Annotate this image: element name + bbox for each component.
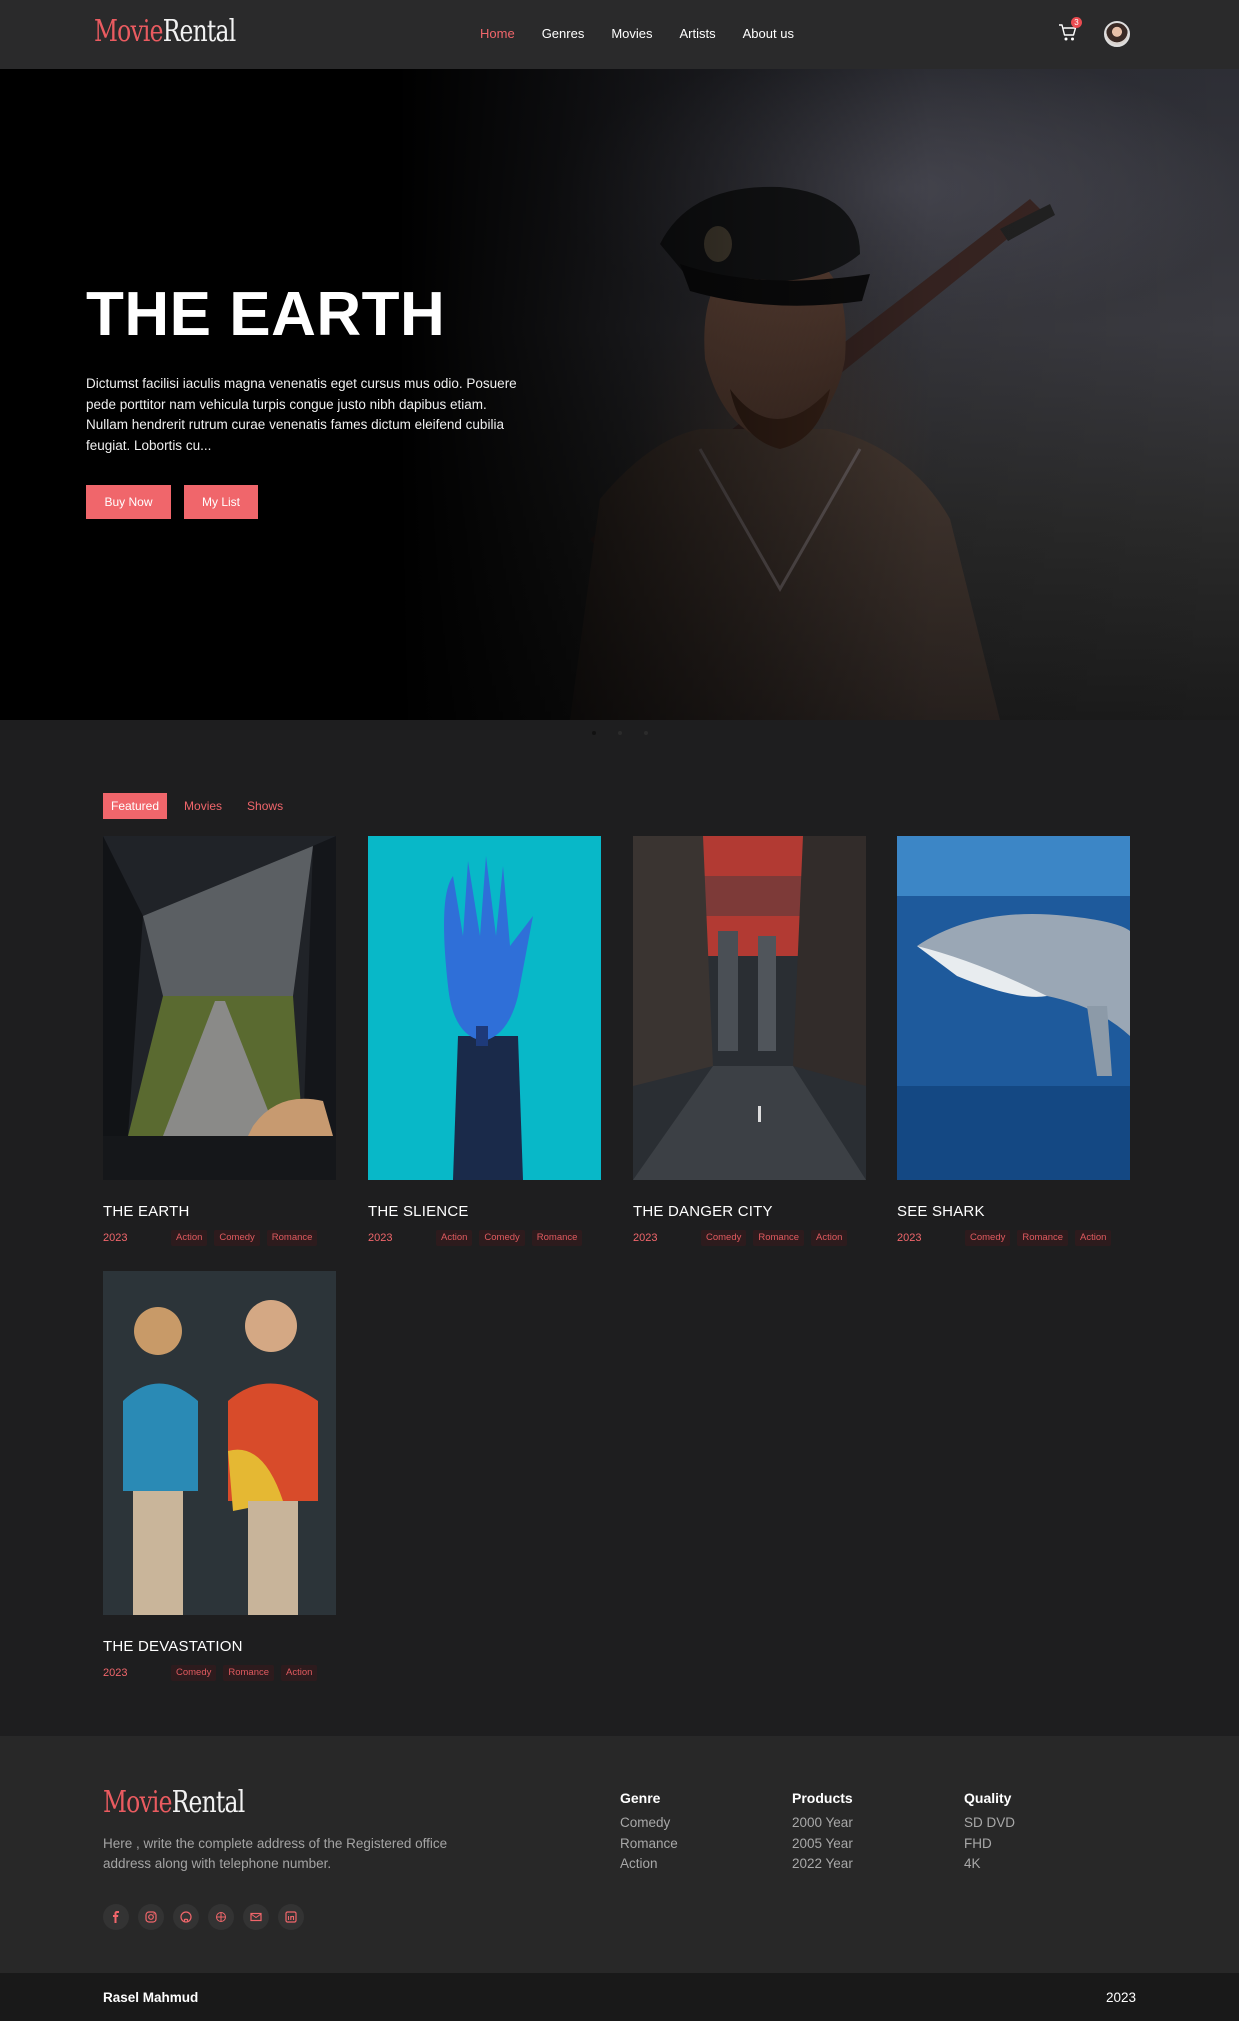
genre-tag[interactable]: Action <box>436 1230 473 1246</box>
genre-tag[interactable]: Comedy <box>171 1665 217 1681</box>
nav-genres[interactable]: Genres <box>542 26 585 41</box>
nav-artists[interactable]: Artists <box>680 26 716 41</box>
carousel-dots <box>592 731 648 735</box>
movie-card[interactable]: THE SLIENCE 2023 Action Comedy Romance <box>368 836 601 1246</box>
movie-poster <box>103 836 336 1180</box>
genre-tag[interactable]: Action <box>281 1665 318 1681</box>
footer-heading: Quality <box>964 1790 1012 1806</box>
movie-year: 2023 <box>103 1667 128 1679</box>
movie-card[interactable]: THE DANGER CITY 2023 Comedy Romance Acti… <box>633 836 866 1246</box>
cart-count-badge: 3 <box>1071 17 1082 28</box>
movie-title: THE SLIENCE <box>368 1203 469 1220</box>
movie-meta: 2023 Comedy Romance Action <box>103 1665 336 1681</box>
nav-movies[interactable]: Movies <box>611 26 652 41</box>
genre-tag[interactable]: Comedy <box>965 1230 1011 1246</box>
movie-meta: 2023 Action Comedy Romance <box>103 1230 336 1246</box>
footer-link[interactable]: 2000 Year <box>792 1813 853 1834</box>
my-list-button[interactable]: My List <box>184 485 258 519</box>
tab-featured[interactable]: Featured <box>103 793 168 819</box>
footer-link[interactable]: FHD <box>964 1834 1015 1855</box>
movie-poster <box>103 1271 336 1615</box>
movie-poster <box>368 836 601 1180</box>
carousel-dot[interactable] <box>644 731 648 735</box>
buy-now-button[interactable]: Buy Now <box>86 485 171 519</box>
footer-link[interactable]: Romance <box>620 1834 678 1855</box>
carousel-dot[interactable] <box>618 731 622 735</box>
movie-title: THE EARTH <box>103 1203 190 1220</box>
hero-title: THE EARTH <box>86 280 446 349</box>
main-nav: Home Genres Movies Artists About us <box>480 26 821 41</box>
brand-logo-part2: Rental <box>162 14 236 49</box>
genre-tag[interactable]: Romance <box>266 1230 318 1246</box>
footer-link[interactable]: Action <box>620 1854 678 1875</box>
movie-year: 2023 <box>368 1232 393 1244</box>
footer-link[interactable]: SD DVD <box>964 1813 1015 1834</box>
movie-meta: 2023 Action Comedy Romance <box>368 1230 601 1246</box>
movie-poster <box>897 836 1130 1180</box>
instagram-icon[interactable] <box>138 1904 164 1930</box>
movie-card[interactable]: THE DEVASTATION 2023 Comedy Romance Acti… <box>103 1271 336 1681</box>
nav-about[interactable]: About us <box>743 26 794 41</box>
genre-tag[interactable]: Romance <box>531 1230 583 1246</box>
linkedin-icon[interactable] <box>278 1904 304 1930</box>
movie-title: THE DANGER CITY <box>633 1203 773 1220</box>
footer-column-products: Products 2000 Year 2005 Year 2022 Year <box>792 1790 853 1875</box>
footer-column-genre: Genre Comedy Romance Action <box>620 1790 678 1875</box>
site-header: MovieRental Home Genres Movies Artists A… <box>0 0 1239 69</box>
web-icon[interactable] <box>208 1904 234 1930</box>
hero-banner: THE EARTH Dictumst facilisi iaculis magn… <box>0 69 1239 720</box>
movie-card[interactable]: SEE SHARK 2023 Comedy Romance Action <box>897 836 1130 1246</box>
genre-tag[interactable]: Action <box>171 1230 208 1246</box>
footer-logo-part2: Rental <box>171 1785 245 1820</box>
footer-link[interactable]: 2022 Year <box>792 1854 853 1875</box>
movie-meta: 2023 Comedy Romance Action <box>897 1230 1130 1246</box>
bottom-bar: Rasel Mahmud 2023 <box>0 1973 1239 2021</box>
facebook-icon[interactable] <box>103 1904 129 1930</box>
mail-icon[interactable] <box>243 1904 269 1930</box>
footer-address: Here , write the complete address of the… <box>103 1836 448 1871</box>
footer-column-quality: Quality SD DVD FHD 4K <box>964 1790 1015 1875</box>
footer-link[interactable]: Comedy <box>620 1813 678 1834</box>
author-name: Rasel Mahmud <box>103 1990 199 2005</box>
brand-logo-part1: Movie <box>94 14 163 49</box>
movie-poster <box>633 836 866 1180</box>
movie-year: 2023 <box>633 1232 658 1244</box>
movie-meta: 2023 Comedy Romance Action <box>633 1230 866 1246</box>
content-tabs: Featured Movies Shows <box>103 793 300 819</box>
genre-tag[interactable]: Action <box>1075 1230 1112 1246</box>
genre-tag[interactable]: Romance <box>1017 1230 1069 1246</box>
footer-logo-part1: Movie <box>103 1785 172 1820</box>
hero-description: Dictumst facilisi iaculis magna venenati… <box>86 376 517 453</box>
carousel-dot[interactable] <box>592 731 596 735</box>
movie-title: SEE SHARK <box>897 1203 985 1220</box>
movie-year: 2023 <box>897 1232 922 1244</box>
footer-heading: Products <box>792 1790 853 1806</box>
nav-home[interactable]: Home <box>480 26 515 41</box>
tab-shows[interactable]: Shows <box>239 793 291 819</box>
movie-title: THE DEVASTATION <box>103 1638 243 1655</box>
tab-movies[interactable]: Movies <box>176 793 230 819</box>
footer-heading: Genre <box>620 1790 661 1806</box>
genre-tag[interactable]: Comedy <box>701 1230 747 1246</box>
site-footer: MovieRental Here , write the complete ad… <box>0 1736 1239 1973</box>
movie-card[interactable]: THE EARTH 2023 Action Comedy Romance <box>103 836 336 1246</box>
social-links <box>103 1904 304 1930</box>
avatar[interactable] <box>1104 21 1130 47</box>
github-icon[interactable] <box>173 1904 199 1930</box>
genre-tag[interactable]: Action <box>811 1230 848 1246</box>
movie-year: 2023 <box>103 1232 128 1244</box>
genre-tag[interactable]: Comedy <box>479 1230 525 1246</box>
genre-tag[interactable]: Romance <box>223 1665 275 1681</box>
genre-tag[interactable]: Comedy <box>214 1230 260 1246</box>
footer-link[interactable]: 2005 Year <box>792 1834 853 1855</box>
genre-tag[interactable]: Romance <box>753 1230 805 1246</box>
footer-link[interactable]: 4K <box>964 1854 1015 1875</box>
brand-logo[interactable]: MovieRental <box>94 14 236 49</box>
copyright-year: 2023 <box>1105 1990 1136 2005</box>
footer-logo[interactable]: MovieRental <box>103 1785 245 1820</box>
